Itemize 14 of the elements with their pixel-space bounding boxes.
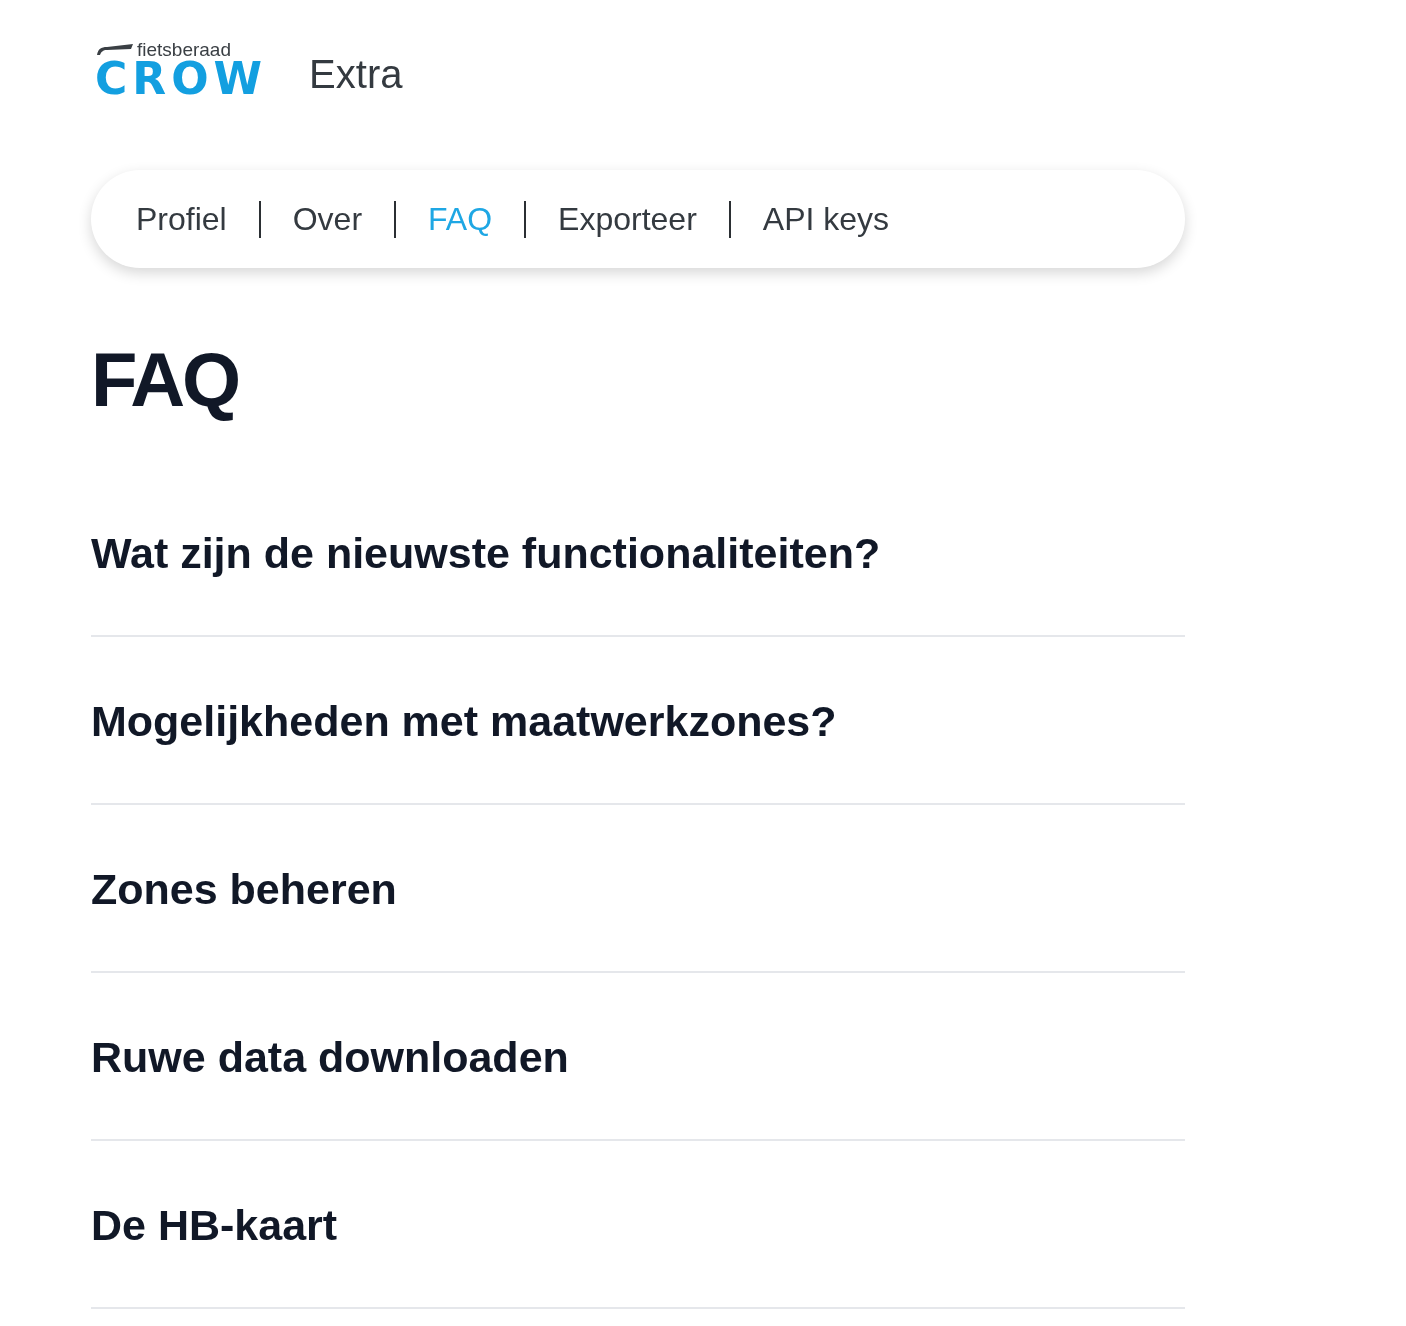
faq-question[interactable]: Ruwe data downloaden (91, 1031, 569, 1084)
nav-link[interactable]: API keys (762, 199, 890, 239)
page-heading: FAQ (91, 336, 239, 424)
faq-question[interactable]: Mogelijkheden met maatwerkzones? (91, 695, 837, 748)
nav-link[interactable]: Exporteer (558, 199, 697, 239)
logo-wordmark: CROW (95, 60, 268, 98)
faq-question[interactable]: De HB-kaart (91, 1199, 338, 1252)
nav-link[interactable]: Profiel (136, 199, 227, 239)
logo-tagline: fietsberaad (137, 40, 231, 60)
nav-link[interactable]: Over (292, 199, 363, 239)
faq-question[interactable]: Zones beheren (91, 863, 397, 916)
section-title: Extra (309, 54, 403, 94)
swoosh-icon (97, 44, 133, 55)
faq-question[interactable]: Wat zijn de nieuwste functionaliteiten? (91, 527, 881, 580)
